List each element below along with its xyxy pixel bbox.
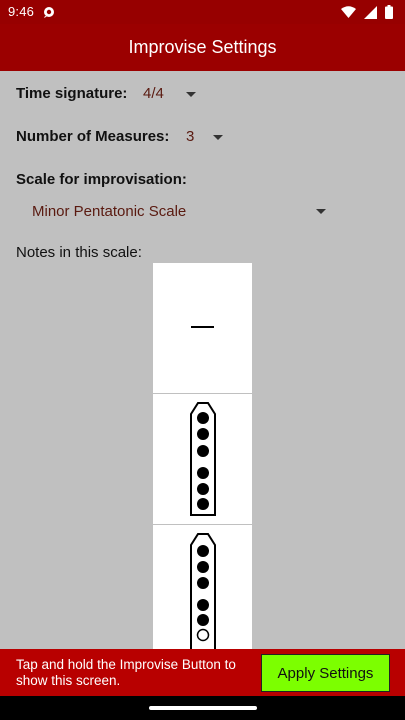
hint-text: Tap and hold the Improvise Button to sho… [16,657,236,688]
flute-fingering-icon [190,402,216,516]
page-title: Improvise Settings [128,37,277,57]
dropdown-arrow-icon [316,209,326,214]
navigation-bar [0,696,405,720]
apply-settings-button[interactable]: Apply Settings [261,654,390,692]
dropdown-arrow-icon [213,135,223,140]
status-time: 9:46 [8,4,35,19]
rest-dash-icon [191,326,214,328]
note-cell-flute-2 [153,525,252,649]
home-gesture-handle[interactable] [149,706,257,710]
note-cell-rest [153,263,252,393]
note-cell-flute-1 [153,394,252,524]
settings-content: Time signature: 4/4 Number of Measures: … [0,71,405,649]
time-signature-value: 4/4 [143,85,164,102]
measures-value: 3 [186,128,195,145]
measures-label: Number of Measures: [16,128,170,145]
notes-label: Notes in this scale: [16,244,142,261]
signal-icon [364,5,377,22]
flute-fingering-icon [190,533,216,649]
scale-label: Scale for improvisation: [16,171,187,188]
status-icons [341,5,393,22]
battery-icon [385,5,393,22]
time-signature-label: Time signature: [16,85,128,102]
chat-bubble-icon [43,6,55,21]
dropdown-arrow-icon [186,92,196,97]
time-signature-spinner[interactable]: 4/4 [136,79,206,109]
measures-spinner[interactable]: 3 [178,122,230,152]
app-bar: Improvise Settings [0,24,405,71]
scale-spinner[interactable]: Minor Pentatonic Scale [16,195,336,227]
status-bar: 9:46 [0,0,405,24]
scale-value: Minor Pentatonic Scale [32,203,187,220]
wifi-icon [341,5,356,22]
bottom-bar: Tap and hold the Improvise Button to sho… [0,649,405,696]
